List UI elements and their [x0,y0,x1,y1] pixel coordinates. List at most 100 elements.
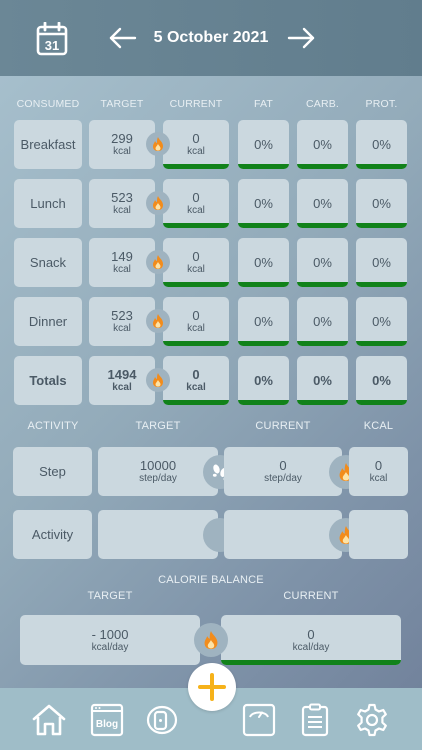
target-value: 299 [111,131,133,146]
target-unit: kcal [113,146,131,157]
flame-icon [153,373,163,387]
arrow-left-icon[interactable] [108,26,138,50]
meal-carb-lunch[interactable]: 0% [297,179,348,228]
arrow-right-icon[interactable] [286,26,316,50]
target-unit: kcal [113,323,131,334]
home-icon[interactable] [31,702,67,738]
meal-name-snack[interactable]: Snack [14,238,82,287]
fat-value: 0% [254,314,273,329]
carb-value: 0% [313,137,332,152]
target-unit: kcal [112,382,132,393]
progress-bar [238,164,289,169]
header-fat: FAT [253,98,274,110]
meal-carb-totals: 0% [297,356,348,405]
scale-icon[interactable] [241,702,277,738]
activity-kcal [349,510,408,559]
flame-badge [146,132,170,156]
activity-label[interactable]: Activity [13,510,92,559]
meal-prot-breakfast[interactable]: 0% [356,120,407,169]
current-value: 0 [192,367,200,382]
calendar-day: 31 [45,38,59,53]
progress-bar [163,282,229,287]
progress-bar [297,341,348,346]
progress-bar [356,164,407,169]
progress-bar [163,400,229,405]
progress-bar [356,223,407,228]
step-kcal-unit: kcal [369,473,388,484]
header-consumed: CONSUMED [16,98,80,110]
meal-fat-breakfast[interactable]: 0% [238,120,289,169]
meal-name-breakfast[interactable]: Breakfast [14,120,82,169]
balance-target-value: - 1000 [91,626,129,642]
meal-carb-snack[interactable]: 0% [297,238,348,287]
meal-current-breakfast[interactable]: 0 kcal [163,120,229,169]
flame-icon [153,255,163,269]
prot-value: 0% [372,196,391,211]
target-unit: kcal [113,205,131,216]
meal-carb-dinner[interactable]: 0% [297,297,348,346]
step-current-unit: step/day [264,473,302,484]
blog-icon[interactable]: Blog [89,702,125,738]
progress-bar [297,282,348,287]
progress-bar [238,400,289,405]
meal-prot-lunch[interactable]: 0% [356,179,407,228]
meal-carb-breakfast[interactable]: 0% [297,120,348,169]
settings-icon[interactable] [354,702,390,738]
progress-bar [356,400,407,405]
meal-prot-dinner[interactable]: 0% [356,297,407,346]
meal-current-lunch[interactable]: 0 kcal [163,179,229,228]
balance-target-header: TARGET [87,590,133,602]
step-target-value: 10000 [139,458,177,473]
current-unit: kcal [186,382,206,393]
balance-target[interactable]: - 1000 kcal/day [20,615,200,665]
balance-target-unit: kcal/day [91,641,129,653]
target-unit: kcal [113,264,131,275]
current-unit: kcal [187,264,205,275]
meal-fat-snack[interactable]: 0% [238,238,289,287]
header-activity-target: TARGET [135,420,181,432]
calendar-icon[interactable]: 31 [36,22,68,56]
step-target[interactable]: 10000 step/day [98,447,218,496]
meal-current-totals: 0 kcal [163,356,229,405]
meal-prot-snack[interactable]: 0% [356,238,407,287]
current-value: 0 [192,249,200,264]
flame-icon [153,137,163,151]
activity-current[interactable] [224,510,342,559]
meal-prot-totals: 0% [356,356,407,405]
clipboard-icon[interactable] [297,702,333,738]
step-current[interactable]: 0 step/day [224,447,342,496]
step-target-unit: step/day [139,473,177,484]
meal-fat-lunch[interactable]: 0% [238,179,289,228]
header-target: TARGET [100,98,144,110]
header-current: CURRENT [169,98,223,110]
progress-bar [238,282,289,287]
meal-current-snack[interactable]: 0 kcal [163,238,229,287]
balance-current: 0 kcal/day [221,615,401,665]
step-current-value: 0 [279,458,287,473]
flame-icon [153,314,163,328]
progress-bar [297,400,348,405]
meal-name-totals: Totals [14,356,82,405]
blog-label: Blog [96,719,118,730]
progress-bar [163,223,229,228]
fitness-band-icon[interactable] [144,702,180,738]
header-activity-current: CURRENT [255,420,311,432]
date-title: 5 October 2021 [153,29,269,46]
step-label[interactable]: Step [13,447,92,496]
meal-fat-totals: 0% [238,356,289,405]
balance-current-header: CURRENT [283,590,339,602]
header-bar: 31 5 October 2021 [0,0,422,76]
current-value: 0 [192,308,200,323]
meal-name-lunch[interactable]: Lunch [14,179,82,228]
step-kcal-value: 0 [374,458,383,473]
add-icon [198,673,226,701]
header-activity-kcal: KCAL [363,420,394,432]
target-value: 1494 [107,367,137,382]
activity-target[interactable] [98,510,218,559]
meal-name-dinner[interactable]: Dinner [14,297,82,346]
add-button[interactable] [188,663,236,711]
carb-value: 0% [313,196,332,211]
meal-fat-dinner[interactable]: 0% [238,297,289,346]
current-unit: kcal [187,323,205,334]
meal-current-dinner[interactable]: 0 kcal [163,297,229,346]
